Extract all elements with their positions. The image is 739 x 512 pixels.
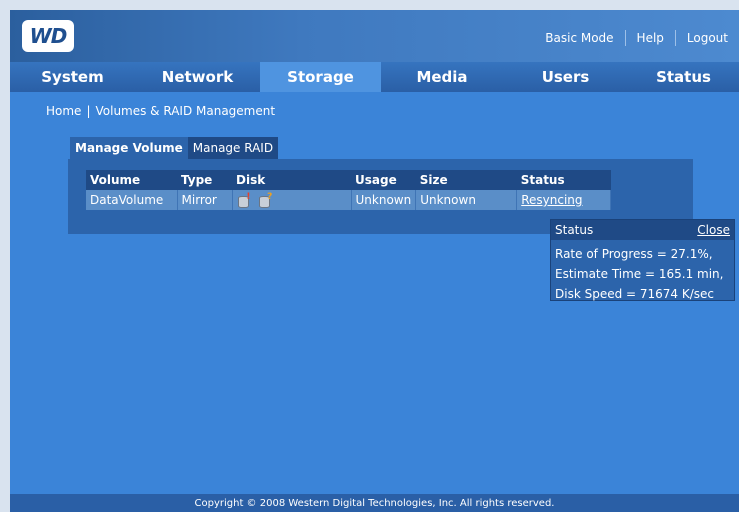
wd-logo: WD	[22, 20, 74, 52]
tab-status[interactable]: Status	[628, 62, 739, 92]
header-bar: WD Basic Mode Help Logout	[10, 10, 739, 62]
resyncing-status-link[interactable]: Resyncing	[521, 193, 582, 207]
cell-size: Unknown	[415, 190, 518, 210]
copyright-text: Copyright © 2008 Western Digital Technol…	[194, 497, 555, 509]
breadcrumb: Home | Volumes & RAID Management	[46, 104, 275, 118]
app-window: WD Basic Mode Help Logout System Network…	[10, 10, 739, 512]
progress-rate-line: Rate of Progress = 27.1%,	[555, 247, 713, 261]
close-link[interactable]: Close	[697, 223, 730, 237]
basic-mode-link[interactable]: Basic Mode	[534, 31, 624, 45]
tab-system[interactable]: System	[10, 62, 135, 92]
status-popup-header: Status Close	[551, 220, 734, 240]
logo-text: WD	[29, 24, 68, 48]
disk-warning-icon[interactable]: ?	[258, 193, 272, 209]
tab-network[interactable]: Network	[135, 62, 260, 92]
main-nav: System Network Storage Media Users Statu…	[10, 62, 739, 92]
col-type: Type	[177, 170, 232, 190]
col-volume: Volume	[86, 170, 177, 190]
subtab-manage-raid[interactable]: Manage RAID	[187, 137, 279, 159]
tab-users[interactable]: Users	[503, 62, 628, 92]
breadcrumb-current: Volumes & RAID Management	[95, 104, 276, 118]
status-popup: Status Close Rate of Progress = 27.1%, E…	[550, 219, 735, 301]
col-status: Status	[516, 170, 611, 190]
volume-table: Volume Type Disk Usage Size Status DataV…	[86, 170, 611, 210]
disk-ok-icon[interactable]: !	[237, 193, 251, 209]
cell-volume: DataVolume	[86, 190, 178, 210]
col-disk: Disk	[232, 170, 351, 190]
table-row: DataVolume Mirror ! ? Unknown Unknown Re…	[86, 190, 611, 210]
status-popup-body: Rate of Progress = 27.1%, Estimate Time …	[551, 240, 734, 308]
header-links: Basic Mode Help Logout	[534, 30, 739, 46]
cell-type: Mirror	[177, 190, 233, 210]
table-header-row: Volume Type Disk Usage Size Status	[86, 170, 611, 190]
disk-speed-line: Disk Speed = 71674 K/sec	[555, 287, 715, 301]
tab-storage[interactable]: Storage	[260, 62, 381, 92]
tab-media[interactable]: Media	[381, 62, 503, 92]
estimate-time-line: Estimate Time = 165.1 min,	[555, 267, 724, 281]
breadcrumb-home[interactable]: Home	[46, 104, 81, 118]
status-popup-title: Status	[555, 223, 594, 237]
col-size: Size	[415, 170, 517, 190]
volume-subtabs: Manage Volume Manage RAID	[70, 137, 279, 159]
cell-status: Resyncing	[516, 190, 611, 210]
subtab-manage-volume[interactable]: Manage Volume	[70, 137, 188, 159]
cell-disk: ! ?	[232, 190, 352, 210]
footer: Copyright © 2008 Western Digital Technol…	[10, 494, 739, 512]
logout-link[interactable]: Logout	[676, 31, 739, 45]
help-link[interactable]: Help	[626, 31, 675, 45]
col-usage: Usage	[351, 170, 416, 190]
breadcrumb-separator: |	[86, 104, 91, 118]
cell-usage: Unknown	[351, 190, 417, 210]
